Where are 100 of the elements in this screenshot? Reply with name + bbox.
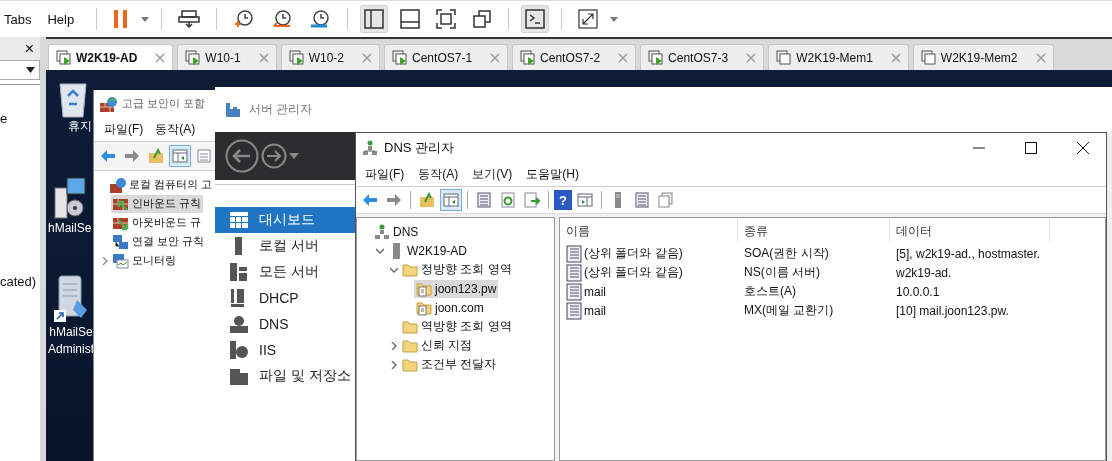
vm-tab[interactable]: W2K19-Mem2 — [912, 44, 1054, 70]
forward-icon — [124, 148, 140, 164]
vm-tab[interactable]: W2K19-Mem1 — [768, 44, 909, 70]
desktop-icon-label: Administ — [48, 341, 94, 358]
sidebar-item[interactable]: DHCP — [215, 285, 355, 311]
library-item[interactable]: e — [0, 111, 8, 126]
table-cell[interactable]: mail — [584, 303, 606, 318]
computer-icon — [113, 252, 129, 269]
export-button[interactable] — [521, 189, 543, 211]
folder-icon — [419, 192, 435, 208]
tree-item[interactable]: 정방향 조회 영역 — [400, 260, 514, 279]
caret-icon[interactable] — [289, 153, 299, 159]
list-icon — [476, 192, 492, 208]
tree-item[interactable]: joon123.pw — [414, 279, 499, 298]
menu-item[interactable]: Tabs — [4, 11, 38, 27]
table-cell-text: 호스트(A) — [743, 283, 797, 300]
copy-icon — [658, 192, 674, 208]
sidebar-item[interactable]: 모든 서버 — [215, 259, 355, 285]
server-icon — [229, 315, 249, 333]
dropdown-field[interactable] — [0, 60, 40, 80]
library-icon[interactable] — [360, 5, 389, 33]
vm-tab[interactable]: CentOS7-1 — [384, 44, 509, 70]
tree-item[interactable]: 연결 보안 규칙 — [111, 232, 207, 251]
console-icon[interactable] — [521, 5, 550, 33]
table-cell[interactable]: mail — [584, 284, 606, 299]
record-icon — [566, 282, 582, 301]
window-title: DNS 관리자 — [384, 139, 455, 157]
tree-item[interactable]: 로컬 컴퓨터의 고 — [108, 175, 215, 194]
list-icon — [634, 192, 650, 208]
sidebar-item[interactable]: 파일 및 저장소 — [215, 363, 355, 389]
server-shortcut-icon[interactable] — [53, 274, 89, 324]
tree-item[interactable]: 역방향 조회 영역 — [400, 317, 514, 336]
table-cell-text: NS(이름 서버) — [743, 264, 821, 281]
export-icon — [524, 192, 540, 208]
grid-icon — [229, 211, 249, 229]
column-header[interactable]: 종류 — [738, 219, 890, 243]
pane-icon — [443, 192, 459, 208]
column-header[interactable]: 데이터 — [890, 219, 1050, 243]
menu-item[interactable]: 동작(A) — [155, 120, 196, 138]
record-icon — [566, 244, 582, 263]
tree-item[interactable]: 조건부 전달자 — [400, 355, 499, 374]
sidebar-item[interactable]: 로컬 서버 — [215, 233, 355, 259]
folder-icon — [402, 337, 418, 354]
tree-item[interactable]: 모니터링 — [111, 251, 178, 270]
sidebar-item[interactable]: DNS — [215, 311, 355, 337]
table-cell-text: w2k19-ad. — [895, 265, 952, 280]
caret-icon — [26, 67, 35, 73]
close-icon[interactable] — [1076, 141, 1090, 155]
tree-item[interactable]: 아웃바운드 규 — [111, 213, 204, 232]
table-cell-text: [5], w2k19-ad., hostmaster. — [895, 246, 1041, 261]
tree-pane-button[interactable] — [440, 189, 462, 211]
computer-icon[interactable] — [52, 176, 87, 220]
sidebar-item[interactable]: 대시보드 — [215, 207, 355, 233]
computer-icon — [113, 233, 129, 250]
column-header[interactable]: 이름 — [560, 219, 738, 243]
forward-icon — [386, 192, 402, 208]
window-title: 고급 보안이 포함 — [122, 96, 206, 111]
vm-tab[interactable]: W2K19-AD — [48, 44, 174, 70]
caret-icon[interactable] — [610, 16, 619, 22]
network-icon — [362, 140, 378, 156]
vm-tab[interactable]: W10-1 — [177, 44, 277, 70]
vm-tab[interactable]: CentOS7-2 — [512, 44, 637, 70]
table-cell[interactable]: (상위 폴더와 같음) — [584, 264, 683, 281]
menu-item[interactable]: 도움말(H) — [526, 166, 579, 183]
menu-item[interactable]: Help — [47, 11, 81, 27]
zone-folder-icon — [416, 280, 432, 297]
tree-item[interactable]: joon.com — [414, 298, 486, 317]
list-icon — [196, 148, 212, 164]
tree-item[interactable]: 신뢰 지점 — [400, 336, 475, 355]
sidebar-item[interactable]: IIS — [215, 337, 355, 363]
tree-item[interactable]: W2K19-AD — [386, 241, 470, 260]
desktop-icon-label: 휴지 — [68, 118, 92, 135]
toolbox-icon — [225, 101, 241, 118]
pane-icon — [577, 192, 593, 208]
table-cell-text: MX(메일 교환기) — [743, 302, 835, 319]
table-cell[interactable]: (상위 폴더와 같음) — [584, 245, 683, 262]
library-item[interactable]: cated) — [0, 274, 37, 289]
caret-icon[interactable] — [141, 16, 150, 22]
refresh-icon — [500, 192, 516, 208]
table-cell-text: 10.0.0.1 — [895, 284, 940, 299]
tree-item[interactable]: 인바운드 규칙 — [111, 194, 204, 213]
menu-item[interactable]: 보기(V) — [472, 166, 513, 183]
maximize-icon[interactable] — [1024, 141, 1038, 155]
desktop-icon-label: hMailSe — [48, 220, 92, 237]
table-cell-text: [10] mail.joon123.pw. — [895, 303, 1009, 318]
help-button[interactable]: ? — [554, 190, 572, 210]
server-icon — [229, 263, 249, 281]
desktop-icon-label: hMailSe — [49, 324, 93, 341]
menu-item[interactable]: 동작(A) — [418, 166, 459, 183]
vm-tab[interactable]: W10-2 — [280, 44, 381, 70]
back-icon[interactable] — [225, 139, 259, 173]
recycle-bin-icon[interactable] — [58, 80, 88, 118]
tree-pane-button[interactable] — [169, 145, 191, 167]
forward-icon[interactable] — [261, 143, 287, 169]
menu-item[interactable]: 파일(F) — [104, 120, 144, 138]
tree-item[interactable]: DNS — [372, 222, 421, 241]
vm-tab[interactable]: CentOS7-3 — [640, 44, 765, 70]
pane-icon — [172, 148, 188, 164]
folder-icon — [402, 318, 418, 335]
menu-item[interactable]: 파일(F) — [365, 166, 405, 183]
